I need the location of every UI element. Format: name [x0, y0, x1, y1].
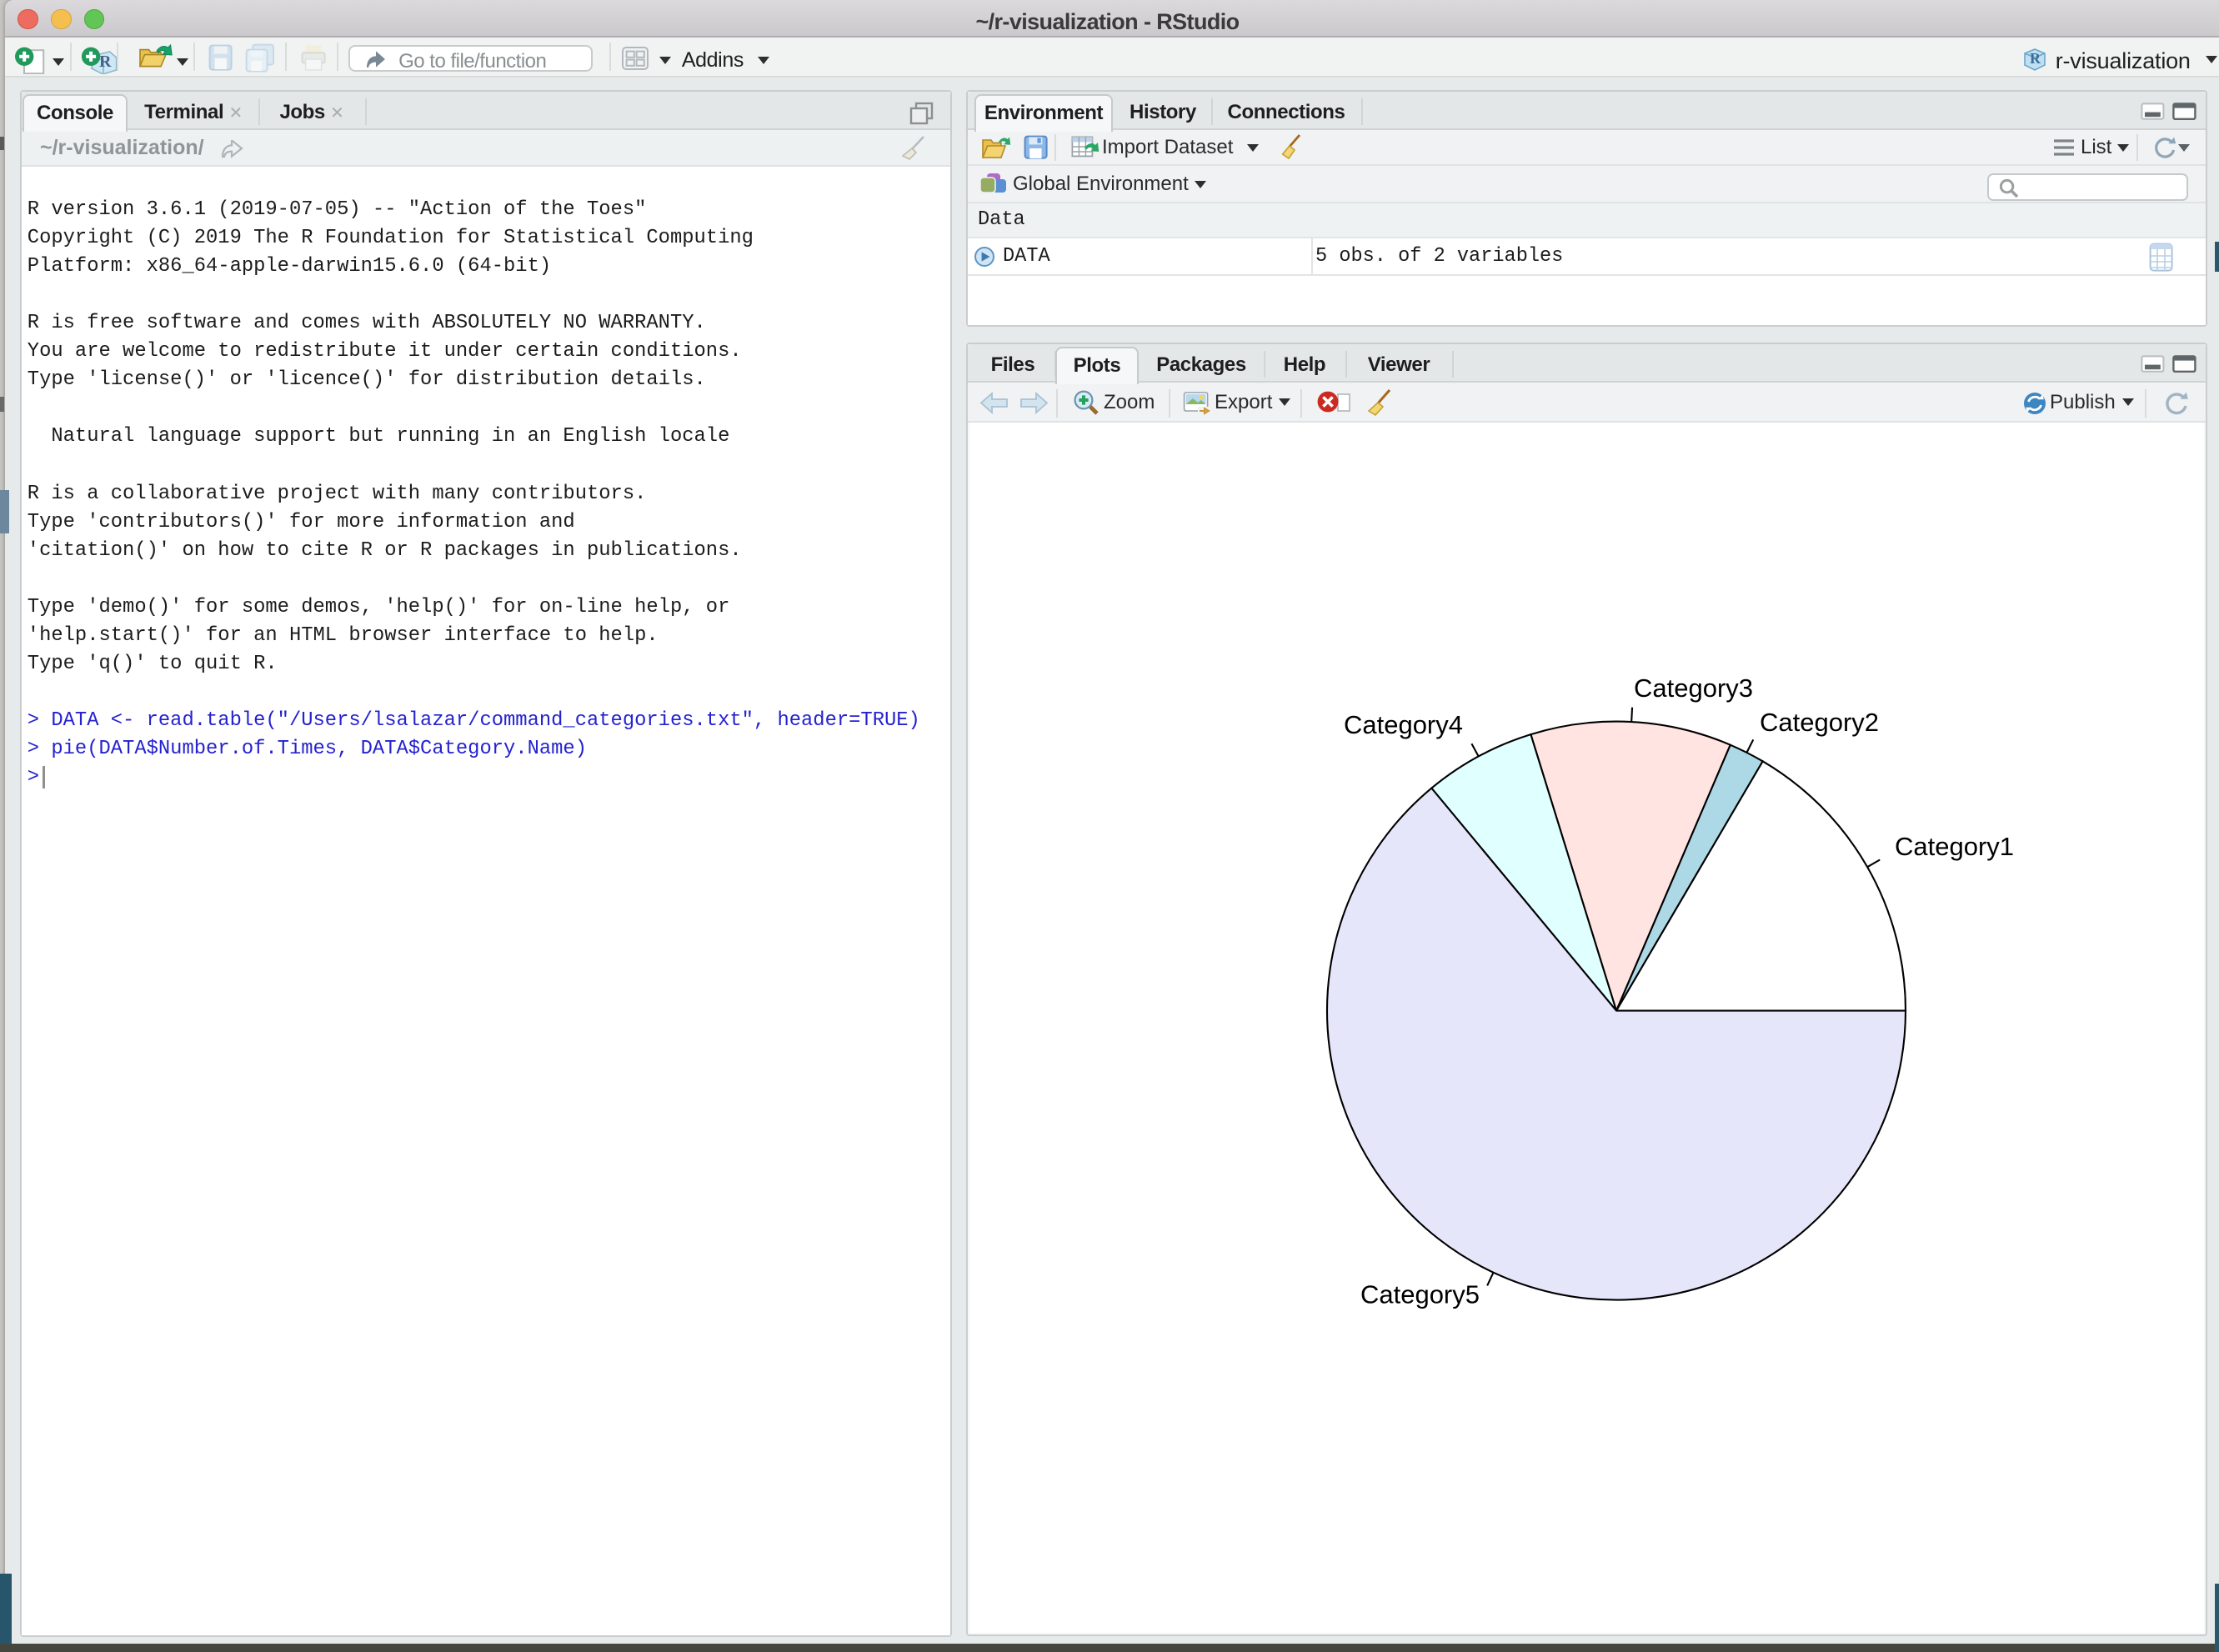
svg-text:R: R — [2030, 50, 2041, 67]
svg-text:Category4: Category4 — [1344, 710, 1463, 739]
svg-text:R: R — [99, 53, 112, 71]
svg-text:Category2: Category2 — [1760, 708, 1879, 737]
svg-text:Category3: Category3 — [1634, 673, 1753, 703]
svg-text:Category1: Category1 — [1895, 832, 2014, 861]
svg-text:Category5: Category5 — [1360, 1280, 1480, 1309]
